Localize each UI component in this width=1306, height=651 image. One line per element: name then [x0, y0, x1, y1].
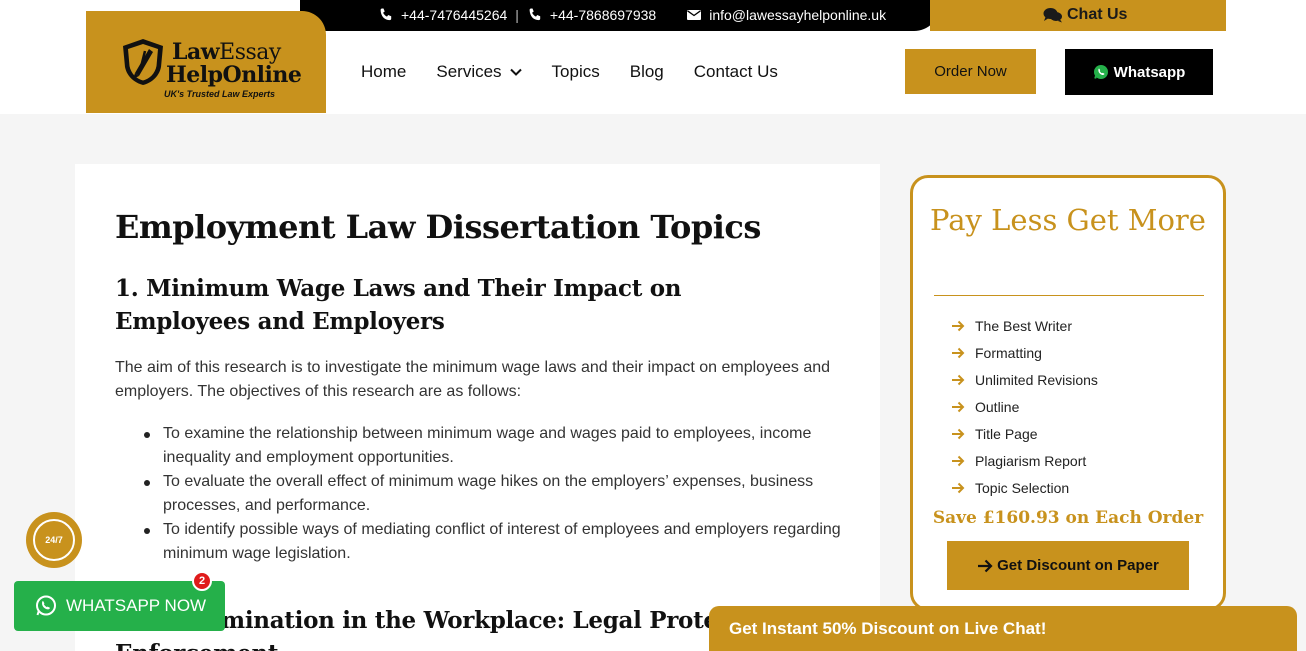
whatsapp-icon	[34, 594, 58, 618]
top-bar-contacts: +44-7476445264 | +44-7868697938 info@law…	[378, 6, 886, 24]
savings-text: Save £160.93 on Each Order	[932, 508, 1204, 528]
objectives-list: To examine the relationship between mini…	[144, 422, 843, 566]
order-now-button[interactable]: Order Now	[905, 49, 1036, 94]
feature-label: Title Page	[975, 425, 1038, 442]
page-title: Employment Law Dissertation Topics	[115, 208, 761, 246]
get-discount-button[interactable]: Get Discount on Paper	[947, 541, 1189, 590]
arrow-right-icon	[951, 401, 965, 413]
chat-bubbles-icon	[1043, 7, 1063, 23]
section-intro: The aim of this research is to investiga…	[115, 359, 831, 400]
nav-item-services[interactable]: Services	[436, 62, 522, 82]
nav-item-topics[interactable]: Topics	[552, 62, 600, 82]
live-chat-bar[interactable]: Get Instant 50% Discount on Live Chat!	[709, 606, 1297, 651]
whatsapp-now-label: WHATSAPP NOW	[66, 596, 207, 615]
nav-item-contact[interactable]: Contact Us	[694, 62, 778, 82]
whatsapp-button[interactable]: Whatsapp	[1065, 49, 1213, 95]
arrow-right-icon	[951, 347, 965, 359]
feature-label: Plagiarism Report	[975, 452, 1087, 469]
arrow-right-icon	[951, 482, 965, 494]
main-nav: Home Services Topics Blog Contact Us	[361, 62, 808, 82]
live-chat-label: Get Instant 50% Discount on Live Chat!	[729, 618, 1047, 638]
arrow-right-icon	[951, 428, 965, 440]
whatsapp-button-label: Whatsapp	[1113, 63, 1186, 81]
phone-separator: |	[515, 7, 519, 23]
nav-item-home[interactable]: Home	[361, 62, 406, 82]
feature-item: Topic Selection	[951, 474, 1098, 501]
feature-label: Outline	[975, 398, 1020, 415]
list-item: To identify possible ways of mediating c…	[144, 518, 843, 566]
list-item: To examine the relationship between mini…	[144, 422, 843, 470]
sidebar-title: Pay Less Get More	[930, 203, 1206, 237]
chevron-down-icon	[509, 68, 522, 76]
envelope-icon	[686, 7, 702, 23]
arrow-right-icon	[951, 455, 965, 467]
arrow-right-icon	[951, 374, 965, 386]
chat-us-link[interactable]: Chat Us	[1043, 6, 1127, 24]
phone-icon	[378, 7, 394, 23]
nav-item-blog[interactable]: Blog	[630, 62, 664, 82]
feature-label: Unlimited Revisions	[975, 371, 1098, 388]
feature-item: Unlimited Revisions	[951, 366, 1098, 393]
section-heading-1: 1. Minimum Wage Laws and Their Impact on…	[115, 275, 682, 335]
badge-247-text: 24/7	[45, 535, 63, 545]
email-link[interactable]: info@lawessayhelponline.uk	[709, 7, 886, 23]
site-logo[interactable]: LawEssay HelpOnline UK's Trusted Law Exp…	[86, 11, 326, 113]
whatsapp-now-button[interactable]: WHATSAPP NOW 2	[14, 571, 225, 631]
phone-link-2[interactable]: +44-7868697938	[550, 7, 656, 23]
chat-us-label: Chat Us	[1067, 6, 1128, 23]
list-item: To evaluate the overall effect of minimu…	[144, 470, 843, 518]
feature-label: Formatting	[975, 344, 1042, 361]
support-24-7-button[interactable]: 24/7	[26, 512, 82, 568]
feature-item: The Best Writer	[951, 312, 1098, 339]
discount-sidebar: Pay Less Get More The Best Writer Format…	[910, 175, 1226, 611]
sidebar-divider	[934, 295, 1204, 296]
feature-item: Formatting	[951, 339, 1098, 366]
nav-item-services-label: Services	[436, 62, 502, 81]
phone-icon	[527, 7, 543, 23]
phone-24-7-icon: 24/7	[33, 519, 75, 561]
notification-count-badge: 2	[192, 571, 212, 591]
arrow-right-icon	[951, 320, 965, 332]
phone-link-1[interactable]: +44-7476445264	[401, 7, 507, 23]
feature-item: Title Page	[951, 420, 1098, 447]
feature-list: The Best Writer Formatting Unlimited Rev…	[951, 312, 1098, 501]
feature-item: Plagiarism Report	[951, 447, 1098, 474]
shield-pen-icon	[119, 37, 167, 87]
feature-item: Outline	[951, 393, 1098, 420]
feature-label: The Best Writer	[975, 317, 1072, 334]
feature-label: Topic Selection	[975, 479, 1070, 496]
logo-line-2: HelpOnline	[166, 62, 302, 88]
whatsapp-icon	[1093, 64, 1109, 80]
arrow-right-icon	[977, 559, 993, 573]
get-discount-label: Get Discount on Paper	[997, 557, 1159, 574]
email-contact: info@lawessayhelponline.uk	[686, 7, 886, 23]
logo-tagline: UK's Trusted Law Experts	[164, 89, 276, 99]
